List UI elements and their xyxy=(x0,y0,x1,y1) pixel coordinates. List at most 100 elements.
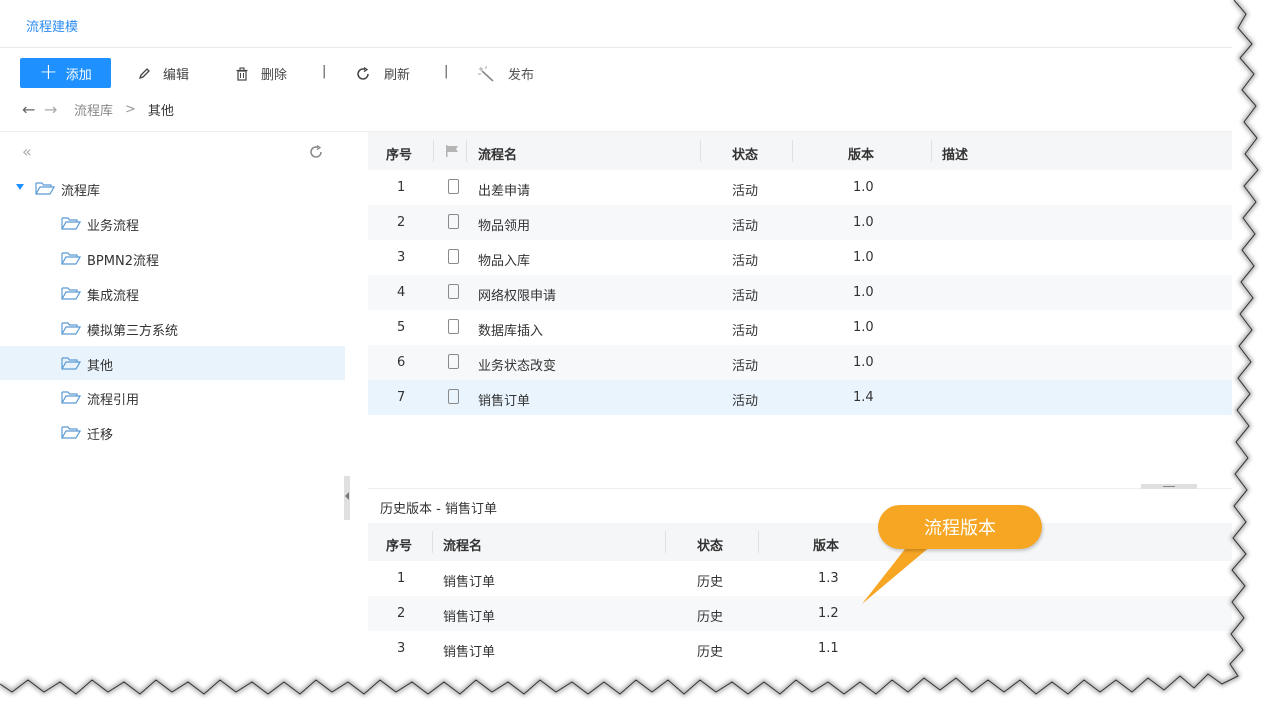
row-checkbox[interactable] xyxy=(448,284,459,299)
tree-item-label: 业务流程 xyxy=(87,219,140,234)
row-checkbox[interactable] xyxy=(448,179,459,194)
column-header-index[interactable]: 序号 xyxy=(386,535,412,554)
tree-item[interactable]: 业务流程 xyxy=(0,206,345,240)
column-separator xyxy=(466,140,467,162)
tree-item-label: 模拟第三方系统 xyxy=(87,324,179,339)
row-checkbox[interactable] xyxy=(448,214,459,229)
history-row[interactable]: 3 销售订单 历史 1.1 xyxy=(368,631,1232,666)
add-button-label: 添加 xyxy=(65,67,92,83)
column-header-name[interactable]: 流程名 xyxy=(443,535,482,554)
refresh-icon xyxy=(357,66,369,80)
row-version: 1.0 xyxy=(853,215,874,230)
folder-open-icon xyxy=(61,426,81,439)
row-name: 网络权限申请 xyxy=(478,289,557,304)
column-separator xyxy=(433,140,434,162)
tree-item-label: 集成流程 xyxy=(87,289,140,304)
history-table-header: 序号 流程名 状态 版本 xyxy=(368,523,1232,561)
folder-open-icon xyxy=(61,322,81,335)
refresh-icon[interactable] xyxy=(308,144,324,160)
edit-button[interactable]: 编辑 xyxy=(137,64,189,83)
history-splitter-handle[interactable] xyxy=(1141,484,1197,489)
tree-root-item[interactable]: 流程库 xyxy=(0,171,345,205)
row-name: 数据库插入 xyxy=(478,324,544,339)
table-row[interactable]: 6 业务状态改变 活动 1.0 xyxy=(368,345,1232,380)
row-status: 活动 xyxy=(732,359,759,374)
row-index: 1 xyxy=(397,180,406,195)
table-row[interactable]: 2 物品领用 活动 1.0 xyxy=(368,205,1232,240)
forward-arrow-icon[interactable]: → xyxy=(44,100,66,119)
pencil-icon xyxy=(138,67,150,79)
row-version: 1.0 xyxy=(853,355,874,370)
row-checkbox[interactable] xyxy=(448,249,459,264)
breadcrumb-separator: > xyxy=(125,102,136,117)
folder-open-icon xyxy=(61,252,81,265)
row-status: 活动 xyxy=(732,289,759,304)
column-separator xyxy=(665,531,666,553)
row-name: 业务状态改变 xyxy=(478,359,557,374)
minus-icon xyxy=(1163,486,1175,487)
column-header-version[interactable]: 版本 xyxy=(848,144,874,163)
page-title: 流程建模 xyxy=(26,20,79,35)
column-header-status[interactable]: 状态 xyxy=(732,144,758,163)
row-version: 1.3 xyxy=(818,571,839,586)
tree-item[interactable]: 集成流程 xyxy=(0,276,345,310)
add-button[interactable]: + 添加 xyxy=(20,58,111,88)
toolbar-separator: | xyxy=(322,64,327,79)
callout-bubble: 流程版本 xyxy=(878,505,1042,549)
row-name: 销售订单 xyxy=(443,610,496,625)
sidebar-tree: « 流程库 业务流程 BPMN2流程 集成流程 模拟第三方系统 其他 流程引用 … xyxy=(0,132,345,692)
tree-item-selected[interactable]: 其他 xyxy=(0,346,345,380)
column-separator xyxy=(432,531,433,553)
column-header-version[interactable]: 版本 xyxy=(813,535,839,554)
breadcrumb-root[interactable]: 流程库 xyxy=(74,100,113,119)
toolbar: + 添加 编辑 删除 | 刷新 | 发布 xyxy=(0,56,1232,88)
table-row-selected[interactable]: 7 销售订单 活动 1.4 xyxy=(368,380,1232,415)
tree-item[interactable]: 迁移 xyxy=(0,415,345,449)
column-separator xyxy=(700,140,701,162)
refresh-button[interactable]: 刷新 xyxy=(356,64,410,83)
column-header-description[interactable]: 描述 xyxy=(942,144,968,163)
table-row[interactable]: 1 出差申请 活动 1.0 xyxy=(368,170,1232,205)
tree-item[interactable]: 模拟第三方系统 xyxy=(0,311,345,345)
row-index: 7 xyxy=(397,390,406,405)
caret-down-icon[interactable] xyxy=(16,184,24,190)
row-checkbox[interactable] xyxy=(448,354,459,369)
tree-item-label: BPMN2流程 xyxy=(87,254,159,269)
history-row[interactable]: 1 销售订单 历史 1.3 xyxy=(368,561,1232,596)
delete-button-label: 删除 xyxy=(261,68,288,83)
toolbar-separator: | xyxy=(444,64,449,79)
column-header-status[interactable]: 状态 xyxy=(697,535,723,554)
row-version: 1.0 xyxy=(853,285,874,300)
tree-item[interactable]: 流程引用 xyxy=(0,380,345,414)
row-version: 1.4 xyxy=(853,390,874,405)
sidebar-header: « xyxy=(0,132,345,172)
row-version: 1.0 xyxy=(853,180,874,195)
column-separator xyxy=(931,140,932,162)
folder-open-icon xyxy=(35,182,55,195)
row-index: 5 xyxy=(397,320,406,335)
back-arrow-icon[interactable]: ← xyxy=(22,100,44,119)
row-checkbox[interactable] xyxy=(448,389,459,404)
row-name: 物品入库 xyxy=(478,254,531,269)
row-name: 销售订单 xyxy=(443,645,496,660)
delete-button[interactable]: 删除 xyxy=(235,64,287,83)
collapse-arrow-icon[interactable] xyxy=(345,492,349,500)
column-header-name[interactable]: 流程名 xyxy=(478,144,517,163)
table-row[interactable]: 3 物品入库 活动 1.0 xyxy=(368,240,1232,275)
column-header-index[interactable]: 序号 xyxy=(386,144,412,163)
row-name: 物品领用 xyxy=(478,219,531,234)
row-status: 活动 xyxy=(732,254,759,269)
row-status: 活动 xyxy=(732,394,759,409)
breadcrumb-current: 其他 xyxy=(147,104,174,119)
folder-open-icon xyxy=(61,217,81,230)
history-row[interactable]: 2 销售订单 历史 1.2 xyxy=(368,596,1232,631)
publish-button[interactable]: 发布 xyxy=(478,64,534,83)
table-row[interactable]: 5 数据库插入 活动 1.0 xyxy=(368,310,1232,345)
history-title: 历史版本 - 销售订单 xyxy=(380,502,497,517)
row-checkbox[interactable] xyxy=(448,319,459,334)
row-version: 1.2 xyxy=(818,606,839,621)
collapse-icon[interactable]: « xyxy=(22,142,32,161)
table-row[interactable]: 4 网络权限申请 活动 1.0 xyxy=(368,275,1232,310)
tree-item[interactable]: BPMN2流程 xyxy=(0,241,345,275)
row-name: 出差申请 xyxy=(478,184,531,199)
